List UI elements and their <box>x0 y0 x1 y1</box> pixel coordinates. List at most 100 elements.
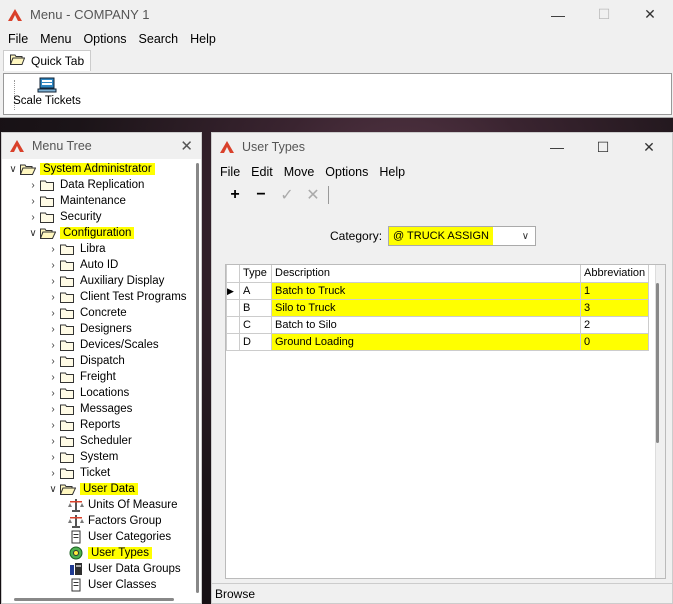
tree-item-libra[interactable]: › Libra <box>46 241 105 257</box>
scale-tickets-button[interactable]: Scale Tickets <box>12 76 82 107</box>
chevron-down-icon[interactable]: ∨ <box>46 484 60 495</box>
row-indicator[interactable] <box>226 332 240 351</box>
tree-item-security[interactable]: › Security <box>26 209 101 225</box>
cell-abbreviation[interactable]: 2 <box>579 315 650 334</box>
chevron-right-icon[interactable]: › <box>46 340 60 351</box>
row-indicator[interactable] <box>226 298 240 317</box>
tree-item-reports[interactable]: › Reports <box>46 417 120 433</box>
tree-item-designers[interactable]: › Designers <box>46 321 131 337</box>
confirm-icon[interactable]: ✓ <box>274 185 300 205</box>
maximize-button[interactable]: ☐ <box>581 0 627 29</box>
cell-description[interactable]: Batch to Silo <box>271 315 581 334</box>
chevron-right-icon[interactable]: › <box>46 420 60 431</box>
chevron-right-icon[interactable]: › <box>46 436 60 447</box>
chevron-right-icon[interactable]: › <box>26 212 40 223</box>
close-icon[interactable]: ✕ <box>180 137 193 155</box>
chevron-right-icon[interactable]: › <box>46 452 60 463</box>
tree-item-client-test-programs[interactable]: › Client Test Programs <box>46 289 186 305</box>
chevron-right-icon[interactable]: › <box>26 180 40 191</box>
tree-item-user-data[interactable]: ∨ User Data <box>46 481 138 497</box>
category-select[interactable]: @ TRUCK ASSIGN ∨ <box>388 226 537 246</box>
tree-item-user-classes[interactable]: User Classes <box>68 577 156 593</box>
tree-vertical-scrollbar[interactable] <box>196 163 199 593</box>
tree-item-system-administrator[interactable]: ∨ System Administrator <box>6 161 155 177</box>
tab-quick-tab[interactable]: Quick Tab <box>3 50 92 71</box>
menu-help[interactable]: Help <box>375 165 409 179</box>
cell-type[interactable]: B <box>239 298 272 317</box>
chevron-down-icon[interactable]: ∨ <box>6 164 20 175</box>
tree-item-dispatch[interactable]: › Dispatch <box>46 353 124 369</box>
tree-item-messages[interactable]: › Messages <box>46 401 132 417</box>
tree-item-factors-group[interactable]: Factors Group <box>68 513 162 529</box>
chevron-right-icon[interactable]: › <box>46 404 60 415</box>
cell-type[interactable]: A <box>239 281 272 300</box>
menu-search[interactable]: Search <box>135 32 183 46</box>
table-row[interactable]: ▶ A Batch to Truck 1 <box>226 281 650 300</box>
tree-item-maintenance[interactable]: › Maintenance <box>26 193 126 209</box>
cancel-icon[interactable]: ✕ <box>300 185 326 205</box>
tree-item-configuration[interactable]: ∨ Configuration <box>26 225 135 241</box>
tree-item-units-of-measure[interactable]: Units Of Measure <box>68 497 177 513</box>
row-indicator[interactable] <box>226 315 240 334</box>
cell-abbreviation[interactable]: 0 <box>579 332 650 351</box>
menu-file[interactable]: File <box>216 165 244 179</box>
column-header-type[interactable]: Type <box>239 265 272 283</box>
chevron-right-icon[interactable]: › <box>26 196 40 207</box>
grid-vertical-scrollbar[interactable] <box>656 283 659 443</box>
menu-help[interactable]: Help <box>186 32 220 46</box>
chevron-down-icon[interactable]: ∨ <box>26 228 40 239</box>
cell-description[interactable]: Silo to Truck <box>271 298 581 317</box>
menu-menu[interactable]: Menu <box>36 32 75 46</box>
menu-edit[interactable]: Edit <box>247 165 277 179</box>
chevron-right-icon[interactable]: › <box>46 388 60 399</box>
tree-item-auto-id[interactable]: › Auto ID <box>46 257 118 273</box>
toolbar-divider <box>328 186 329 204</box>
minimize-button[interactable]: — <box>535 0 581 29</box>
tree-item-devices-scales[interactable]: › Devices/Scales <box>46 337 158 353</box>
tree-item-data-replication[interactable]: › Data Replication <box>26 177 144 193</box>
minimize-button[interactable]: — <box>534 133 580 162</box>
tree-item-scheduler[interactable]: › Scheduler <box>46 433 131 449</box>
chevron-right-icon[interactable]: › <box>46 260 60 271</box>
column-header-description[interactable]: Description <box>271 265 581 283</box>
close-button[interactable]: ✕ <box>627 0 673 29</box>
chevron-right-icon[interactable]: › <box>46 372 60 383</box>
table-row[interactable]: C Batch to Silo 2 <box>226 315 650 334</box>
tree-item-auxiliary-display[interactable]: › Auxiliary Display <box>46 273 164 289</box>
column-header-abbreviation[interactable]: Abbreviation <box>579 265 650 283</box>
cell-abbreviation[interactable]: 1 <box>579 281 650 300</box>
chevron-right-icon[interactable]: › <box>46 324 60 335</box>
chevron-right-icon[interactable]: › <box>46 292 60 303</box>
menu-file[interactable]: File <box>4 32 32 46</box>
cell-description[interactable]: Ground Loading <box>271 332 581 351</box>
menu-options[interactable]: Options <box>321 165 372 179</box>
tree-item-freight[interactable]: › Freight <box>46 369 115 385</box>
tree-item-concrete[interactable]: › Concrete <box>46 305 126 321</box>
tree-item-system[interactable]: › System <box>46 449 118 465</box>
cell-description[interactable]: Batch to Truck <box>271 281 581 300</box>
current-row-pointer-icon[interactable]: ▶ <box>226 281 240 300</box>
close-button[interactable]: ✕ <box>626 133 672 162</box>
menu-move[interactable]: Move <box>280 165 319 179</box>
cell-type[interactable]: D <box>239 332 272 351</box>
tree-item-user-data-groups[interactable]: User Data Groups <box>68 561 181 577</box>
chevron-right-icon[interactable]: › <box>46 468 60 479</box>
cell-abbreviation[interactable]: 3 <box>579 298 650 317</box>
tree-item-locations[interactable]: › Locations <box>46 385 129 401</box>
chevron-right-icon[interactable]: › <box>46 308 60 319</box>
chevron-right-icon[interactable]: › <box>46 356 60 367</box>
chevron-right-icon[interactable]: › <box>46 276 60 287</box>
tree-item-user-categories[interactable]: User Categories <box>68 529 171 545</box>
tree-item-user-types[interactable]: User Types <box>68 545 152 561</box>
tree-horizontal-scrollbar[interactable] <box>14 598 174 601</box>
add-icon[interactable]: + <box>222 186 248 204</box>
cell-type[interactable]: C <box>239 315 272 334</box>
table-row[interactable]: B Silo to Truck 3 <box>226 298 650 317</box>
tree-item-ticket[interactable]: › Ticket <box>46 465 110 481</box>
table-row[interactable]: D Ground Loading 0 <box>226 332 650 351</box>
maximize-button[interactable]: ☐ <box>580 133 626 162</box>
remove-icon[interactable]: − <box>248 186 274 204</box>
chevron-right-icon[interactable]: › <box>46 244 60 255</box>
tree-item-label: System <box>80 451 119 463</box>
menu-options[interactable]: Options <box>79 32 130 46</box>
